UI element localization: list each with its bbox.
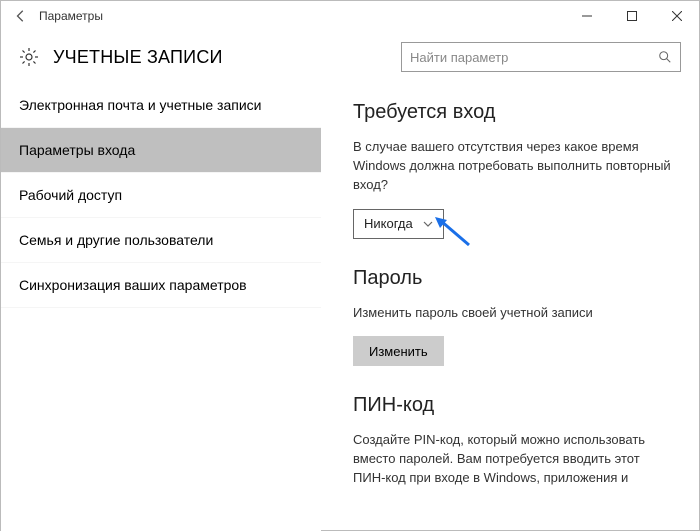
chevron-down-icon — [423, 219, 433, 229]
gear-icon — [19, 47, 39, 67]
search-input[interactable] — [410, 50, 658, 65]
back-icon[interactable] — [13, 8, 29, 24]
annotation-arrow-icon — [435, 217, 471, 247]
maximize-button[interactable] — [609, 1, 654, 31]
change-password-button[interactable]: Изменить — [353, 336, 444, 366]
search-box[interactable] — [401, 42, 681, 72]
sidebar-item[interactable]: Параметры входа — [1, 128, 321, 173]
page-title: УЧЕТНЫЕ ЗАПИСИ — [53, 47, 223, 68]
page-header: УЧЕТНЫЕ ЗАПИСИ — [1, 31, 699, 83]
search-icon — [658, 50, 672, 64]
section-password: Пароль Изменить пароль своей учетной зап… — [353, 267, 671, 367]
sidebar-item[interactable]: Семья и другие пользователи — [1, 218, 321, 263]
section-heading: ПИН-код — [353, 394, 671, 417]
section-description: Изменить пароль своей учетной записи — [353, 304, 671, 323]
section-heading: Пароль — [353, 267, 671, 290]
section-signin: Требуется вход В случае вашего отсутстви… — [353, 101, 671, 239]
sidebar-item[interactable]: Электронная почта и учетные записи — [1, 83, 321, 128]
section-pin: ПИН-код Создайте PIN-код, который можно … — [353, 394, 671, 488]
sidebar-item[interactable]: Синхронизация ваших параметров — [1, 263, 321, 308]
require-signin-dropdown[interactable]: Никогда — [353, 209, 444, 239]
sidebar-item[interactable]: Рабочий доступ — [1, 173, 321, 218]
titlebar: Параметры — [1, 1, 699, 31]
dropdown-value: Никогда — [364, 216, 413, 231]
minimize-button[interactable] — [564, 1, 609, 31]
section-heading: Требуется вход — [353, 101, 671, 124]
section-description: Создайте PIN-код, который можно использо… — [353, 431, 671, 488]
sidebar: Электронная почта и учетные записиПараме… — [1, 83, 321, 532]
window-title: Параметры — [39, 9, 103, 23]
close-button[interactable] — [654, 1, 699, 31]
section-description: В случае вашего отсутствия через какое в… — [353, 138, 671, 195]
content-pane: Требуется вход В случае вашего отсутстви… — [321, 83, 699, 532]
